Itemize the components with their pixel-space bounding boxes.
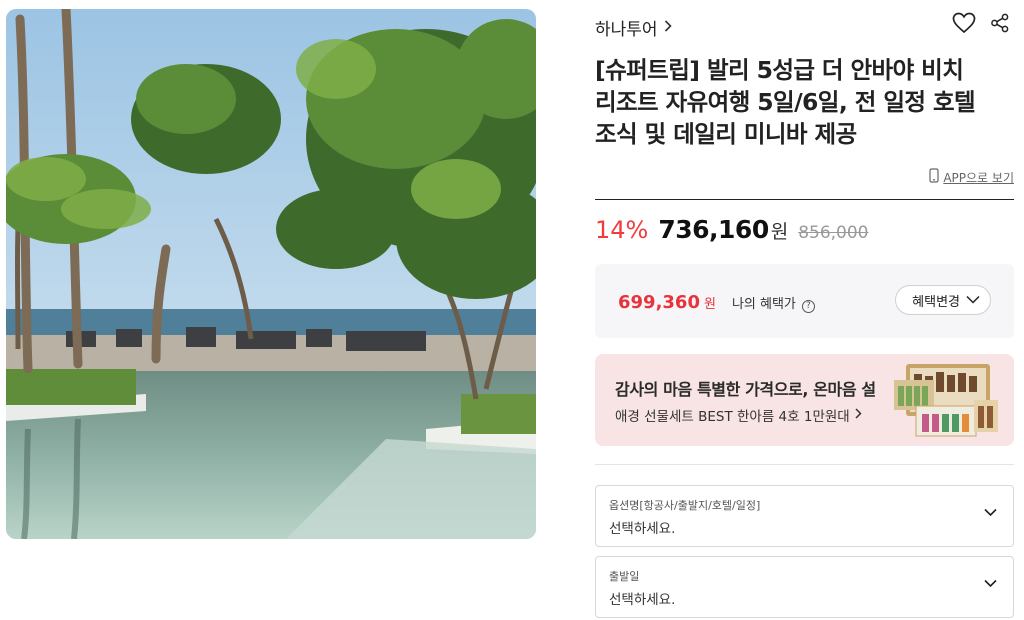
chevron-down-icon	[966, 293, 980, 308]
benefit-change-button[interactable]: 혜택변경	[895, 285, 991, 315]
chevron-down-icon	[984, 508, 997, 517]
share-icon[interactable]	[990, 13, 1010, 33]
smartphone-icon	[929, 168, 939, 186]
title-divider	[595, 199, 1014, 200]
benefit-box: 699,360 원 나의 혜택가 ? 혜택변경	[595, 264, 1014, 338]
departure-date-value: 선택하세요.	[609, 592, 676, 608]
gift-set-image	[892, 362, 1000, 438]
departure-date-select[interactable]: 출발일 선택하세요.	[595, 556, 1014, 618]
departure-date-label: 출발일	[609, 570, 640, 583]
promo-banner[interactable]: 감사의 마음 특별한 가격으로, 온마음 설 애경 선물세트 BEST 한아름 …	[595, 354, 1014, 446]
banner-subtitle-row: 애경 선물세트 BEST 한아름 4호 1만원대	[615, 405, 862, 425]
benefit-change-label: 혜택변경	[912, 294, 960, 310]
product-image[interactable]	[6, 9, 536, 539]
sale-price: 736,160	[658, 215, 769, 244]
question-circle-icon[interactable]: ?	[801, 299, 815, 313]
brand-name: 하나투어	[595, 20, 658, 40]
product-title: [슈퍼트립] 발리 5성급 더 안바야 비치 리조트 자유여행 5일/6일, 전…	[595, 56, 976, 148]
banner-subtitle: 애경 선물세트 BEST 한아름 4호 1만원대	[615, 409, 850, 425]
action-icons	[952, 12, 1010, 34]
banner-title: 감사의 마음 특별한 가격으로, 온마음 설	[615, 380, 876, 399]
benefit-label: 나의 혜택가	[731, 297, 796, 312]
app-view-label: APP으로 보기	[943, 170, 1014, 185]
app-view-link[interactable]: APP으로 보기	[929, 168, 1014, 186]
discount-rate: 14%	[595, 216, 649, 244]
options-separator	[595, 464, 1014, 465]
chevron-down-icon	[984, 579, 997, 588]
heart-icon[interactable]	[952, 12, 976, 34]
price-row: 14% 736,160 원 856,000	[595, 215, 869, 244]
option-select-label: 옵션명[항공사/출발지/호텔/일정]	[609, 499, 761, 512]
product-info: 하나투어 [슈퍼트립] 발리 5성급 더 안바야 비치 리조트 자유여행 5일/…	[595, 0, 1014, 620]
brand-row: 하나투어	[595, 12, 1014, 40]
option-select-value: 선택하세요.	[609, 521, 676, 537]
chevron-right-icon	[664, 19, 672, 36]
option-select[interactable]: 옵션명[항공사/출발지/호텔/일정] 선택하세요.	[595, 485, 1014, 547]
original-price: 856,000	[798, 223, 869, 243]
benefit-price-unit: 원	[703, 297, 716, 312]
chevron-right-icon	[855, 407, 862, 423]
brand-link[interactable]: 하나투어	[595, 15, 672, 40]
price-unit: 원	[770, 221, 789, 243]
benefit-price-row: 699,360 원 나의 혜택가 ?	[618, 292, 815, 313]
benefit-price: 699,360	[618, 292, 700, 313]
